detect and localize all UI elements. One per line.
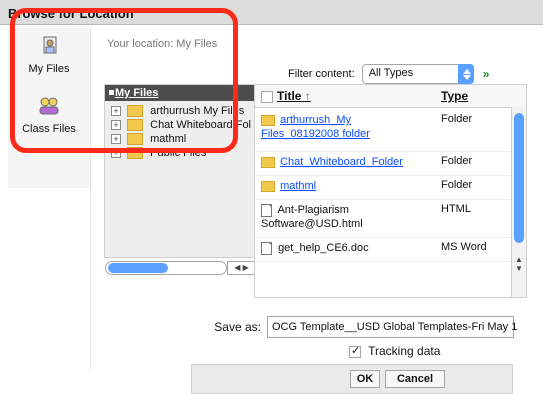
filter-select[interactable]: All Types bbox=[361, 64, 474, 84]
file-title-line1: arthurrush_My bbox=[280, 114, 351, 126]
file-title-line2: Files_08192008 folder bbox=[261, 128, 370, 140]
file-title[interactable]: get_help_CE6.doc bbox=[261, 241, 429, 255]
file-link[interactable]: Chat_Whiteboard_Folder bbox=[280, 156, 403, 168]
file-type: Folder bbox=[441, 155, 473, 167]
red-highlight-outline bbox=[10, 8, 238, 153]
chevron-up-down-icon bbox=[457, 64, 474, 84]
file-row[interactable]: mathml Folder bbox=[255, 179, 511, 200]
ok-button[interactable]: OK bbox=[350, 370, 380, 388]
scroll-thumb[interactable] bbox=[108, 263, 168, 273]
file-title[interactable]: arthurrush_My Files_08192008 folder bbox=[261, 113, 429, 141]
tracking-data-row: Tracking data bbox=[349, 344, 440, 358]
tracking-data-checkbox[interactable] bbox=[349, 344, 361, 358]
file-link[interactable]: arthurrush_My Files_08192008 folder bbox=[261, 114, 370, 140]
scroll-thumb[interactable] bbox=[514, 113, 524, 243]
save-as-input[interactable]: OCG Template__USD Global Templates-Fri M… bbox=[267, 316, 518, 338]
file-link[interactable]: mathml bbox=[280, 180, 316, 192]
tracking-data-label: Tracking data bbox=[368, 344, 441, 358]
file-type: Folder bbox=[441, 179, 473, 191]
file-title[interactable]: Ant-Plagiarism Software@USD.html bbox=[261, 203, 429, 231]
file-title[interactable]: Chat_Whiteboard_Folder bbox=[261, 155, 429, 169]
sort-icon: ↑ bbox=[304, 89, 311, 103]
file-row[interactable]: Ant-Plagiarism Software@USD.html HTML bbox=[255, 203, 511, 238]
file-title-line1: Ant-Plagiarism bbox=[277, 204, 349, 216]
file-type: MS Word bbox=[441, 241, 487, 253]
document-icon bbox=[261, 241, 272, 255]
file-list-header: Title ↑ Type bbox=[255, 85, 526, 108]
file-type: HTML bbox=[441, 203, 471, 215]
folder-icon bbox=[261, 114, 275, 126]
cancel-button[interactable]: Cancel bbox=[385, 370, 445, 388]
save-as-label: Save as: bbox=[214, 320, 261, 334]
file-list-vertical-scrollbar[interactable]: ▲ ▼ bbox=[511, 107, 526, 297]
scroll-arrows[interactable]: ▲ ▼ bbox=[514, 255, 524, 273]
file-row[interactable]: Chat_Whiteboard_Folder Folder bbox=[255, 155, 511, 176]
file-row[interactable]: get_help_CE6.doc MS Word bbox=[255, 241, 511, 262]
button-bar: OK Cancel bbox=[191, 364, 513, 394]
select-all-checkbox[interactable] bbox=[261, 91, 273, 103]
column-title-label: Title bbox=[277, 89, 302, 103]
column-title[interactable]: Title ↑ bbox=[277, 89, 311, 103]
go-arrow-icon[interactable]: » bbox=[483, 67, 490, 81]
file-row[interactable]: arthurrush_My Files_08192008 folder Fold… bbox=[255, 113, 511, 152]
folder-icon bbox=[261, 156, 275, 168]
column-type-label: Type bbox=[441, 89, 469, 103]
scroll-arrows[interactable]: ◀ ▶ bbox=[227, 261, 256, 275]
browse-for-location-window: Browse for Location My Files Class Files… bbox=[0, 0, 543, 394]
filter-label: Filter content: bbox=[288, 68, 355, 80]
file-type: Folder bbox=[441, 113, 473, 125]
filter-content: Filter content: All Types » bbox=[288, 64, 489, 84]
column-type[interactable]: Type bbox=[441, 89, 468, 103]
file-list: Title ↑ Type arthurrush_My Files_0819200… bbox=[254, 84, 527, 298]
tree-horizontal-scrollbar[interactable] bbox=[105, 261, 227, 275]
folder-icon bbox=[261, 180, 275, 192]
save-as-value: OCG Template__USD Global Templates-Fri M… bbox=[272, 321, 518, 333]
file-title-text: get_help_CE6.doc bbox=[278, 242, 369, 254]
document-icon bbox=[261, 203, 272, 217]
file-title-line2: Software@USD.html bbox=[261, 218, 363, 230]
filter-selected-value: All Types bbox=[368, 67, 414, 79]
file-title[interactable]: mathml bbox=[261, 179, 429, 193]
